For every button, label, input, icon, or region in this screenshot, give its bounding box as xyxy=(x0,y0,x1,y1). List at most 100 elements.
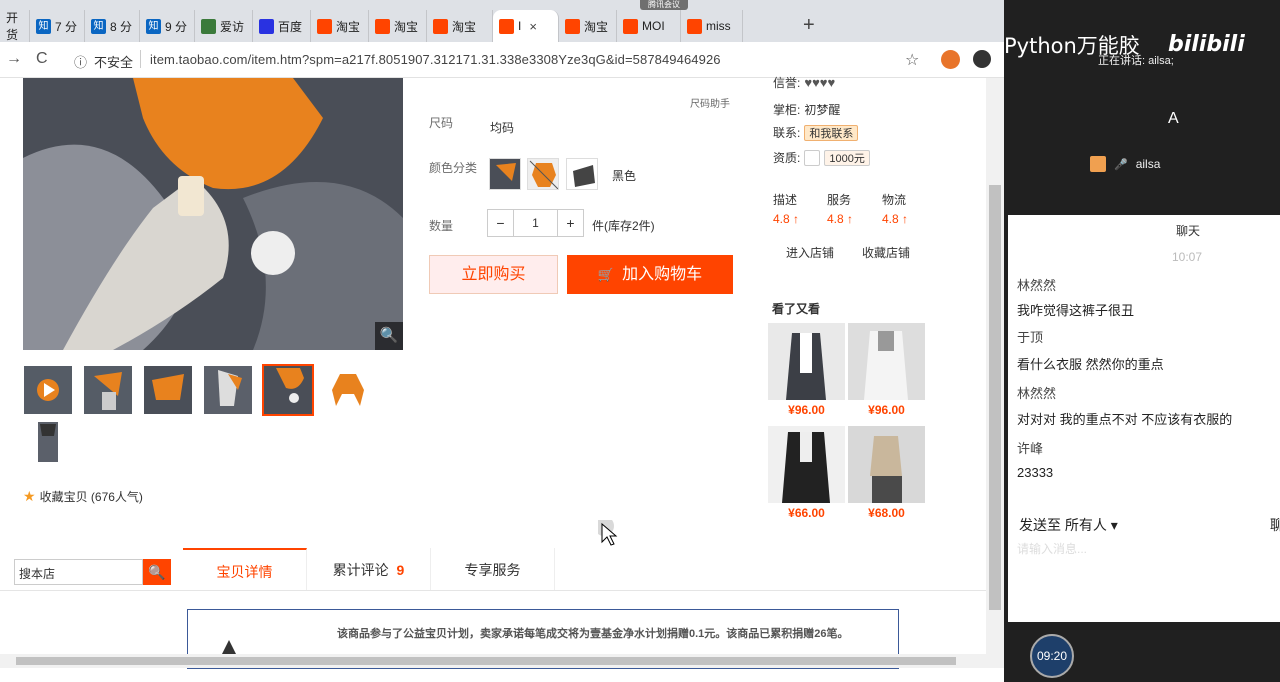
tab-favicon-icon xyxy=(433,18,448,34)
buy-now-button[interactable]: 立即购买 xyxy=(429,255,558,294)
color-swatch[interactable] xyxy=(527,158,559,190)
horizontal-scrollbar-thumb[interactable] xyxy=(16,657,956,665)
owner-label: 掌柜: xyxy=(773,103,801,117)
tab-services[interactable]: 专享服务 xyxy=(431,548,555,590)
shop-credit: 信誉: ♥♥♥♥ xyxy=(773,74,835,91)
insecure-label[interactable]: 不安全 xyxy=(94,52,133,71)
size-label: 尺码 xyxy=(429,116,454,130)
product-main-image[interactable] xyxy=(23,78,403,350)
browser-tab[interactable]: 淘宝 xyxy=(311,10,369,42)
chat-sender-name: 许峰 xyxy=(1017,441,1044,456)
browser-tab[interactable]: 爱访 xyxy=(195,10,253,42)
tab-label: 9 分 xyxy=(165,19,188,34)
rating-service: 服务 4.8 ↑ xyxy=(827,191,853,226)
tab-label: 爱访 xyxy=(220,19,245,34)
zoom-icon[interactable]: 🔍 xyxy=(375,322,403,350)
recommended-item-image[interactable] xyxy=(768,323,845,400)
tab-label: 淘宝 xyxy=(584,19,609,34)
recommended-item-image[interactable] xyxy=(768,426,845,503)
shop-contact: 联系: 和我联系 xyxy=(773,124,859,141)
browser-tab[interactable]: 知 8 分 xyxy=(85,10,140,42)
shop-qualification: 资质: 1000元 xyxy=(773,149,870,166)
participant-row[interactable]: 🎤 ailsa xyxy=(1090,156,1160,172)
image-thumbnail[interactable] xyxy=(324,366,372,414)
video-thumbnail[interactable] xyxy=(24,366,72,414)
tab-label: I xyxy=(518,19,522,33)
tab-reviews[interactable]: 累计评论 9 xyxy=(307,548,431,590)
tab-favicon-icon xyxy=(499,18,514,34)
collect-shop-button[interactable]: 收藏店铺 xyxy=(862,244,910,261)
tab-favicon-icon xyxy=(623,18,638,34)
meeting-timer: 09:20 xyxy=(1030,634,1074,678)
add-to-cart-button[interactable]: 🛒 加入购物车 xyxy=(567,255,733,294)
send-to-selector[interactable]: 发送至 所有人 ▾ xyxy=(1019,515,1118,535)
info-icon[interactable]: ⓘ xyxy=(74,52,87,71)
color-swatch[interactable] xyxy=(566,158,598,190)
color-option-black[interactable]: 黑色 xyxy=(612,167,636,184)
user-avatar xyxy=(1090,156,1106,172)
browser-tab[interactable]: 开货 xyxy=(0,10,30,42)
tab-favicon-icon: 知 xyxy=(146,18,161,34)
image-thumbnail[interactable] xyxy=(84,366,132,414)
reload-button[interactable]: C xyxy=(36,50,48,68)
contact-label: 联系: xyxy=(773,126,801,140)
bookmark-star-icon[interactable]: ☆ xyxy=(905,50,919,70)
tab-item-details[interactable]: 宝贝详情 xyxy=(183,548,307,590)
meeting-indicator: 腾讯会议 xyxy=(640,0,688,10)
id-card-icon[interactable] xyxy=(804,149,821,166)
size-option[interactable]: 均码 xyxy=(490,119,514,136)
tab-favicon-icon: 知 xyxy=(36,18,51,34)
rating-value: 4.8 ↑ xyxy=(773,212,800,226)
scrollbar-thumb[interactable] xyxy=(989,185,1001,610)
enter-shop-button[interactable]: 进入店铺 xyxy=(786,244,834,261)
image-thumbnail[interactable] xyxy=(144,366,192,414)
tab-label: 淘宝 xyxy=(452,19,477,34)
new-tab-button[interactable]: + xyxy=(803,14,815,37)
shop-search-icon[interactable]: 🔍 xyxy=(143,559,171,585)
quantity-increase-button[interactable]: + xyxy=(557,210,583,236)
recommended-item-image[interactable] xyxy=(848,426,925,503)
quantity-input[interactable]: 1 xyxy=(514,210,557,236)
tab-close-icon[interactable]: × xyxy=(529,19,537,34)
browser-tab[interactable]: miss xyxy=(681,10,743,42)
qualification-label: 资质: xyxy=(773,151,801,165)
recommended-item-price: ¥96.00 xyxy=(788,403,825,417)
chat-message-input[interactable]: 请输入消息... xyxy=(1017,540,1087,557)
forward-button[interactable]: → xyxy=(6,50,22,68)
profile-avatar[interactable] xyxy=(941,50,960,69)
contact-seller-button[interactable]: 和我联系 xyxy=(804,124,859,141)
deposit-badge[interactable]: 1000元 xyxy=(824,149,870,166)
review-count: 9 xyxy=(396,562,405,578)
extension-icon[interactable] xyxy=(973,50,991,68)
browser-tab[interactable]: MOI xyxy=(617,10,681,42)
quantity-stepper: − 1 + xyxy=(487,209,584,237)
color-swatch[interactable] xyxy=(489,158,521,190)
recommended-item-image[interactable] xyxy=(848,323,925,400)
browser-tab[interactable]: 淘宝 xyxy=(427,10,493,42)
color-label: 颜色分类 xyxy=(429,161,478,175)
browser-tab[interactable]: 知 7 分 xyxy=(30,10,85,42)
address-bar[interactable]: item.taobao.com/item.htm?spm=a217f.80519… xyxy=(150,52,721,67)
rating-label: 描述 xyxy=(773,193,798,207)
browser-tab[interactable]: 淘宝 xyxy=(369,10,427,42)
image-thumbnail[interactable] xyxy=(204,366,252,414)
participant-name: ailsa xyxy=(1135,157,1161,171)
browser-tab[interactable]: 淘宝 xyxy=(559,10,617,42)
image-thumbnail[interactable] xyxy=(24,418,72,466)
stock-text: 件(库存2件) xyxy=(592,219,655,233)
quantity-decrease-button[interactable]: − xyxy=(488,210,514,236)
bilibili-logo: bilibili xyxy=(1168,32,1245,57)
size-helper-link[interactable]: 尺码助手 xyxy=(690,95,730,110)
rating-logistics: 物流 4.8 ↑ xyxy=(882,191,908,226)
image-thumbnail-selected[interactable] xyxy=(262,364,314,416)
tab-label: miss xyxy=(706,19,731,33)
favorite-item-button[interactable]: ★ 收藏宝贝 (676人气) xyxy=(23,488,143,505)
shop-search-input[interactable]: 搜本店 xyxy=(14,559,143,585)
owner-name[interactable]: 初梦醒 xyxy=(804,101,840,118)
chat-sender-name: 于顶 xyxy=(1017,330,1044,345)
browser-tab[interactable]: 知 9 分 xyxy=(140,10,195,42)
browser-tab[interactable]: 百度 xyxy=(253,10,311,42)
browser-tab[interactable]: I × xyxy=(493,10,559,42)
tab-reviews-label: 累计评论 xyxy=(332,562,389,578)
credit-label: 信誉: xyxy=(773,76,801,90)
